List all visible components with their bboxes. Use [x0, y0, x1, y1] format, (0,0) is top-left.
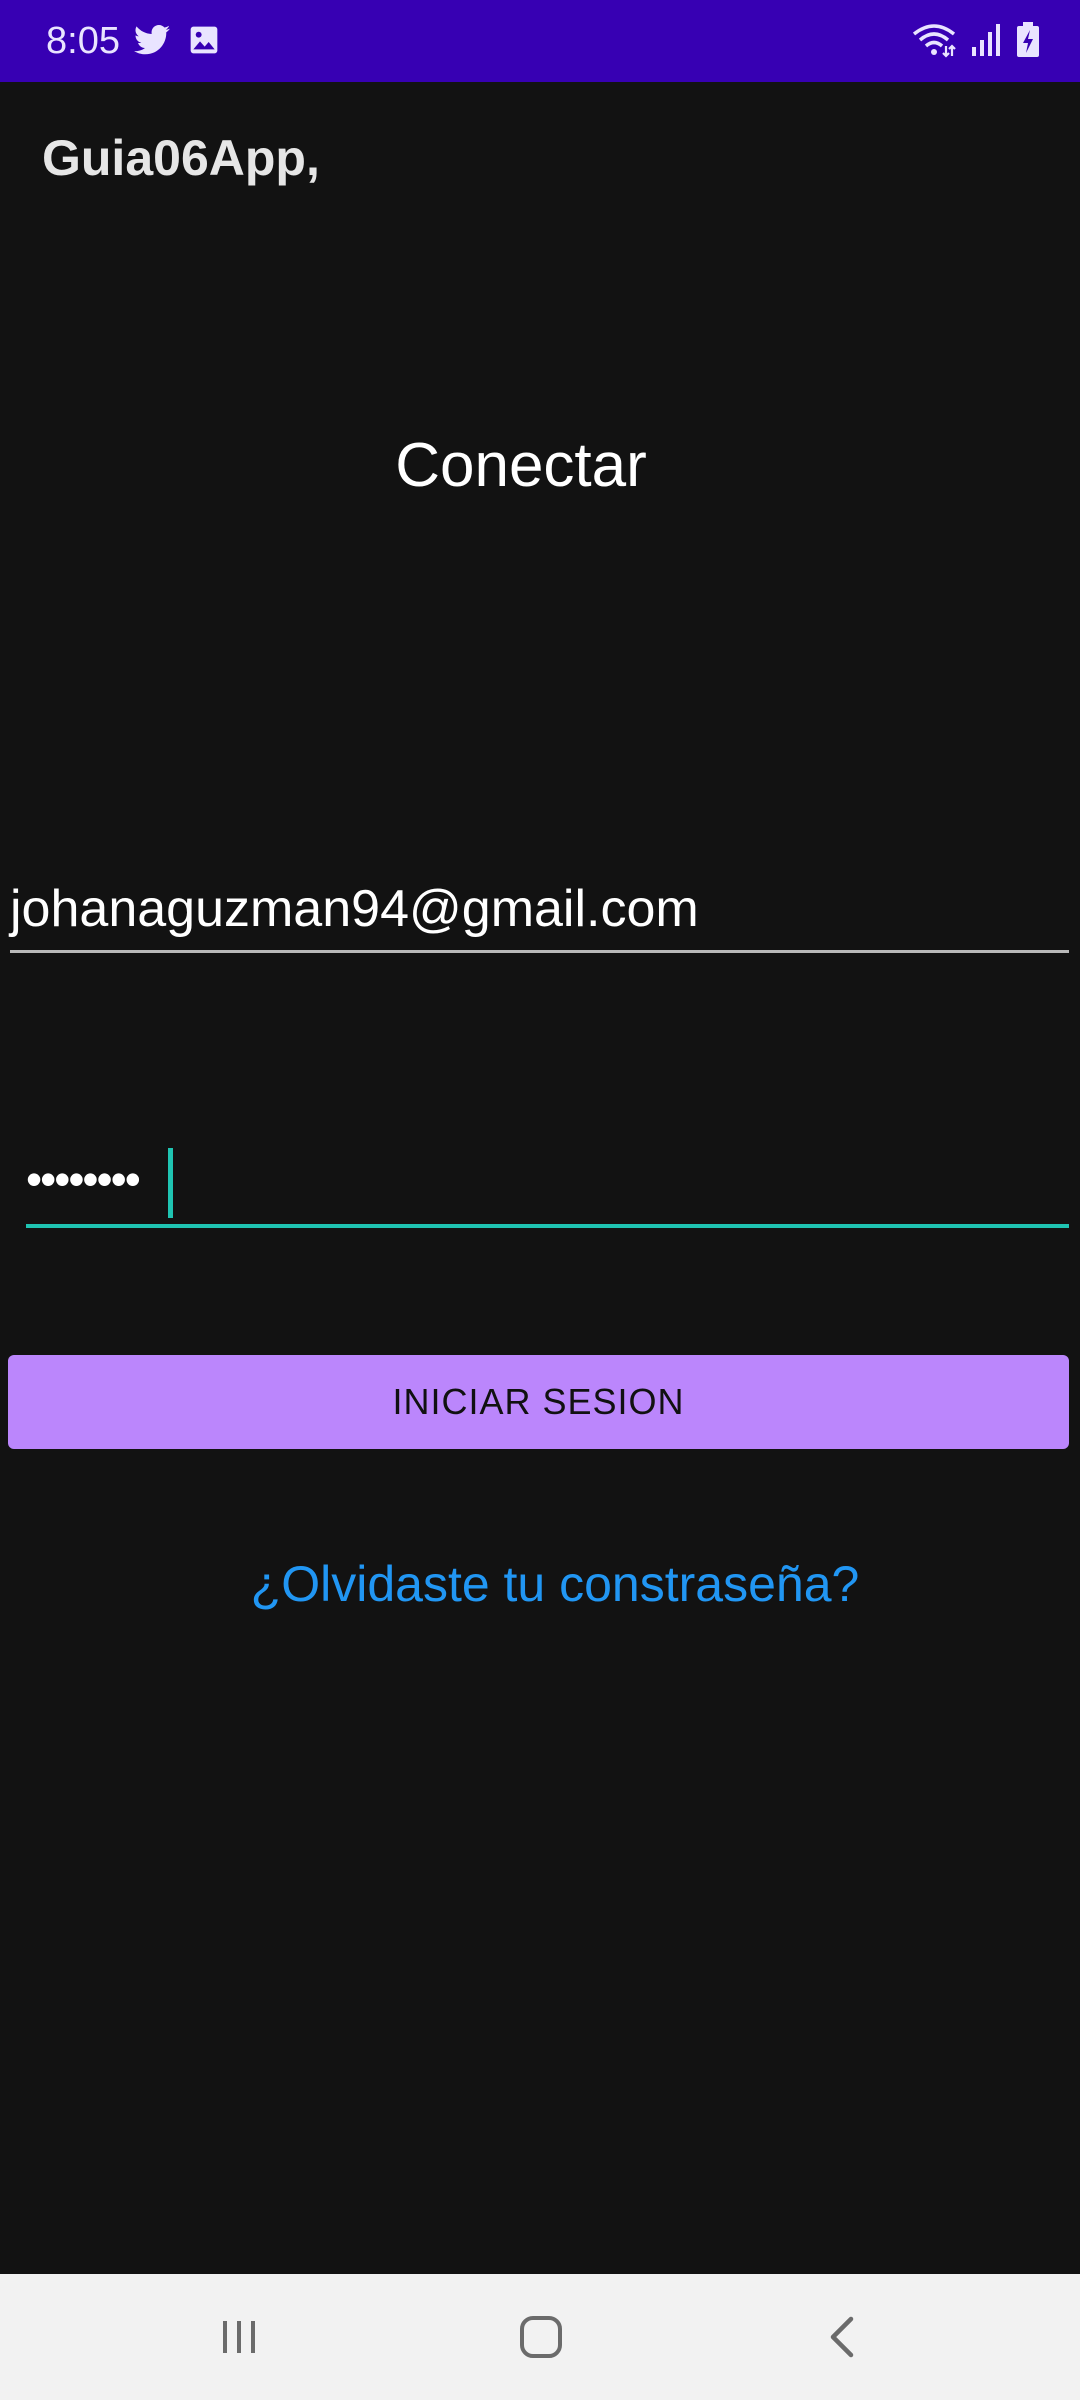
- password-value: ••••••••: [26, 1153, 141, 1205]
- login-heading: Conectar: [395, 431, 647, 500]
- back-button[interactable]: [808, 2304, 878, 2374]
- back-icon: [821, 2313, 865, 2366]
- status-notification-icons: [134, 20, 220, 60]
- status-bar: 8:05: [0, 0, 1080, 82]
- login-button[interactable]: INICIAR SESION: [8, 1355, 1069, 1449]
- signal-icon: [970, 23, 1002, 57]
- status-time: 8:05: [46, 20, 120, 62]
- email-field[interactable]: johanaguzman94@gmail.com: [10, 872, 1069, 953]
- twitter-icon: [134, 24, 170, 56]
- status-system-icons: [912, 18, 1040, 62]
- text-cursor: [168, 1148, 173, 1218]
- battery-charging-icon: [1016, 22, 1040, 58]
- navigation-bar: [0, 2274, 1080, 2400]
- home-icon: [517, 2313, 565, 2366]
- forgot-password-link[interactable]: ¿Olvidaste tu constraseña?: [0, 1552, 1080, 1616]
- email-value: johanaguzman94@gmail.com: [10, 880, 699, 938]
- password-field[interactable]: ••••••••: [26, 1140, 1069, 1228]
- recents-icon: [217, 2315, 261, 2364]
- wifi-icon: [912, 22, 956, 58]
- recents-button[interactable]: [204, 2304, 274, 2374]
- app-title: Guia06App,: [42, 130, 320, 186]
- home-button[interactable]: [506, 2304, 576, 2374]
- image-icon: [188, 24, 220, 56]
- login-screen: 8:05 Guia06App, Conectar johanaguzman94@…: [0, 0, 1080, 2400]
